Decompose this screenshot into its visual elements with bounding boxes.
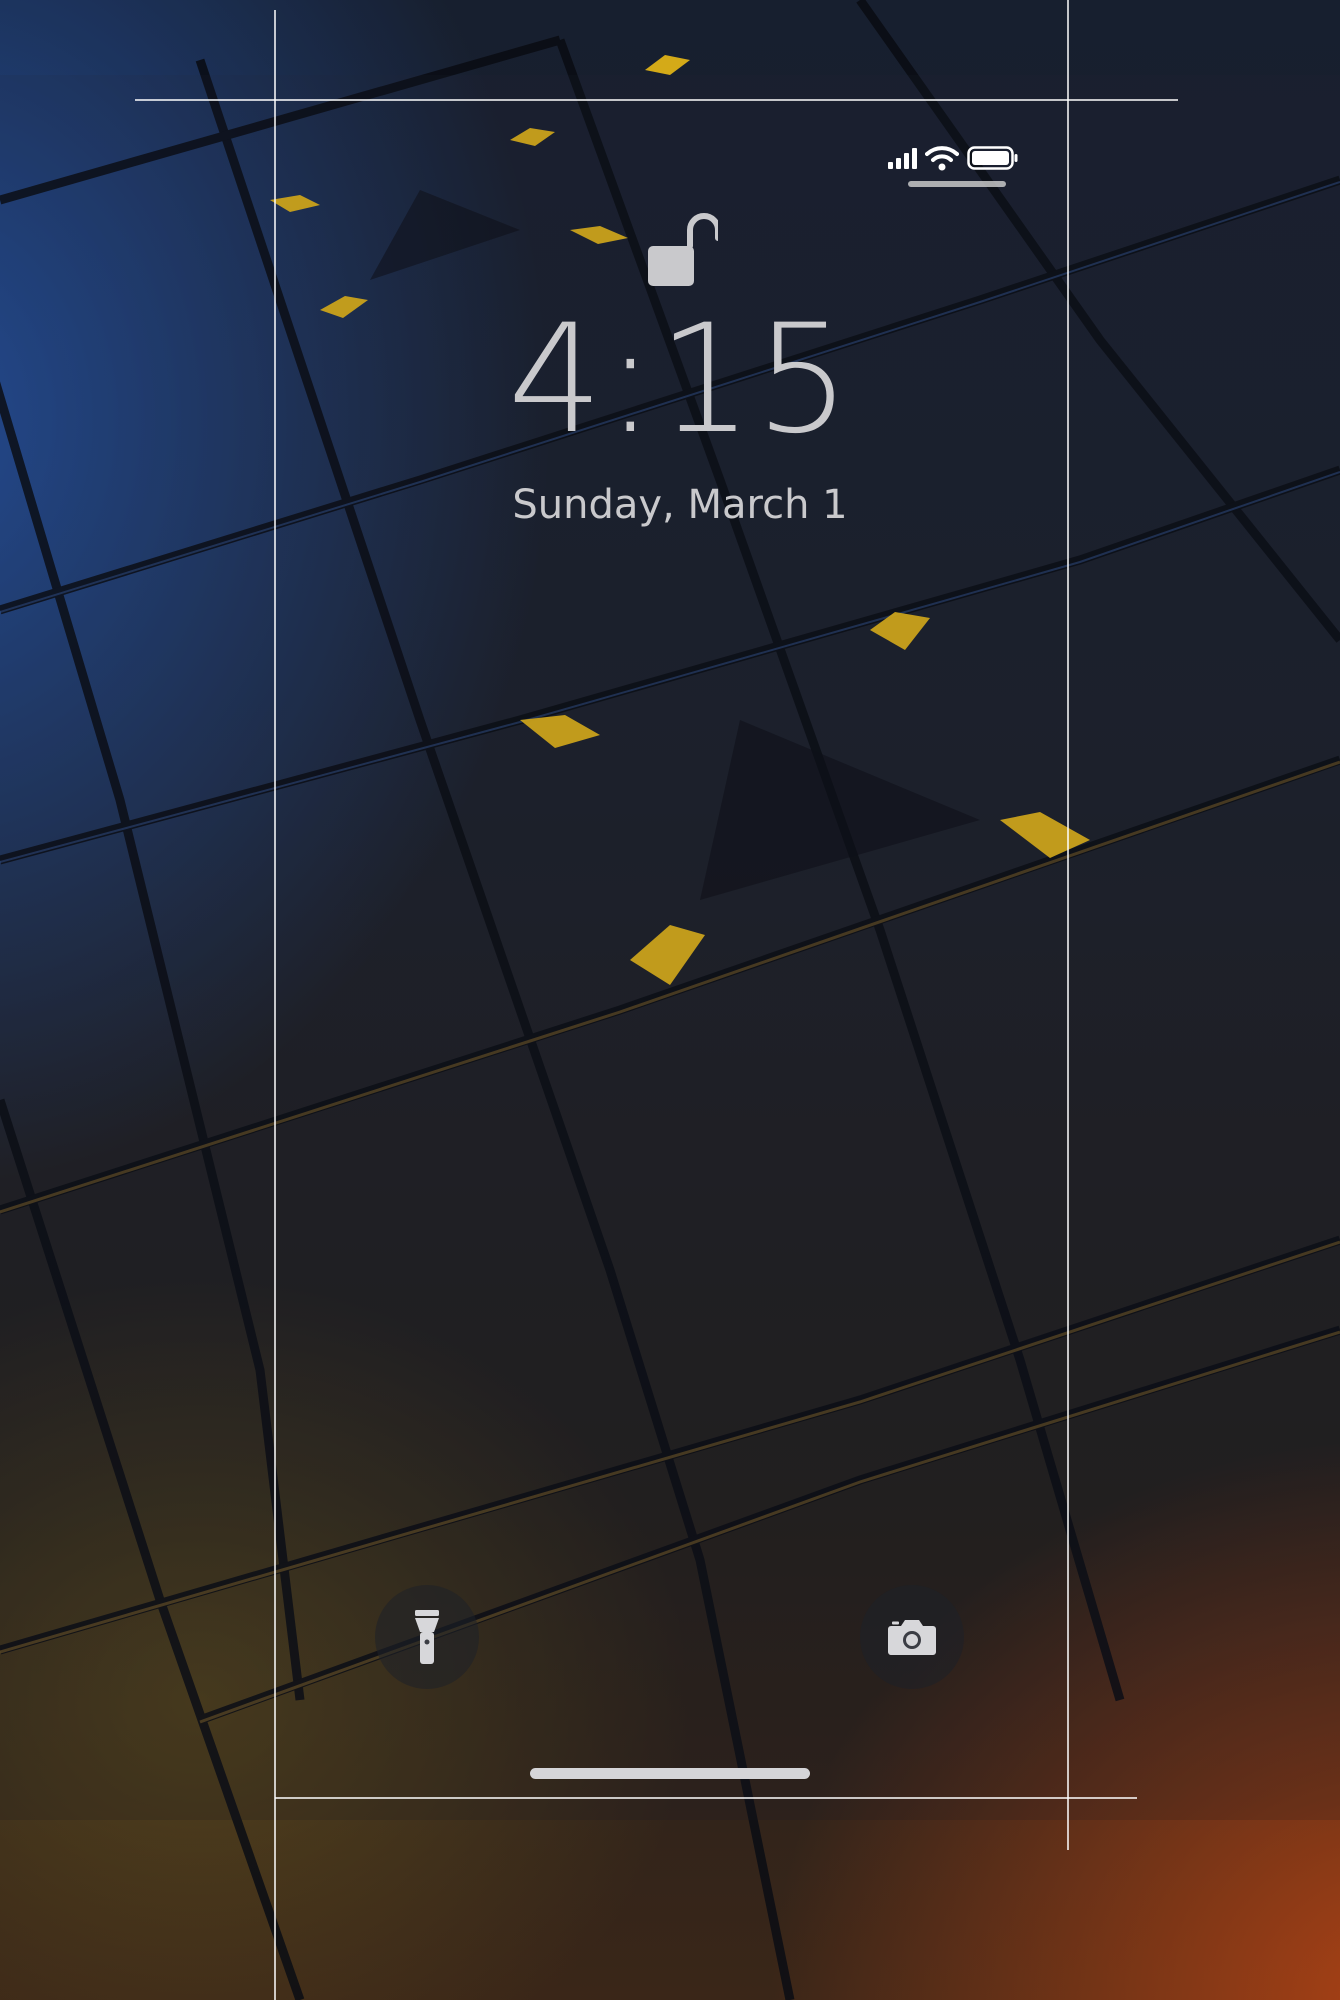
lock-screen: 4:15 Sunday, March 1	[0, 0, 1340, 2000]
status-bar	[888, 143, 1033, 173]
guide-line-right	[1067, 0, 1069, 1850]
clock-time: 4:15	[507, 293, 853, 467]
guide-line-bottom	[275, 1797, 1137, 1799]
top-strip	[0, 0, 1340, 75]
flashlight-button[interactable]	[375, 1585, 479, 1689]
unlocked-padlock-icon	[648, 213, 718, 286]
wifi-icon	[925, 146, 959, 171]
flashlight-icon	[415, 1610, 439, 1664]
guide-line-top	[135, 99, 1178, 101]
camera-icon	[888, 1620, 936, 1655]
battery-icon	[967, 146, 1018, 170]
clock-date: Sunday, March 1	[512, 482, 848, 528]
guide-line-left	[274, 10, 276, 2000]
status-underline	[908, 181, 1006, 187]
camera-button[interactable]	[860, 1585, 964, 1689]
home-indicator[interactable]	[530, 1768, 810, 1779]
signal-icon	[888, 147, 917, 169]
